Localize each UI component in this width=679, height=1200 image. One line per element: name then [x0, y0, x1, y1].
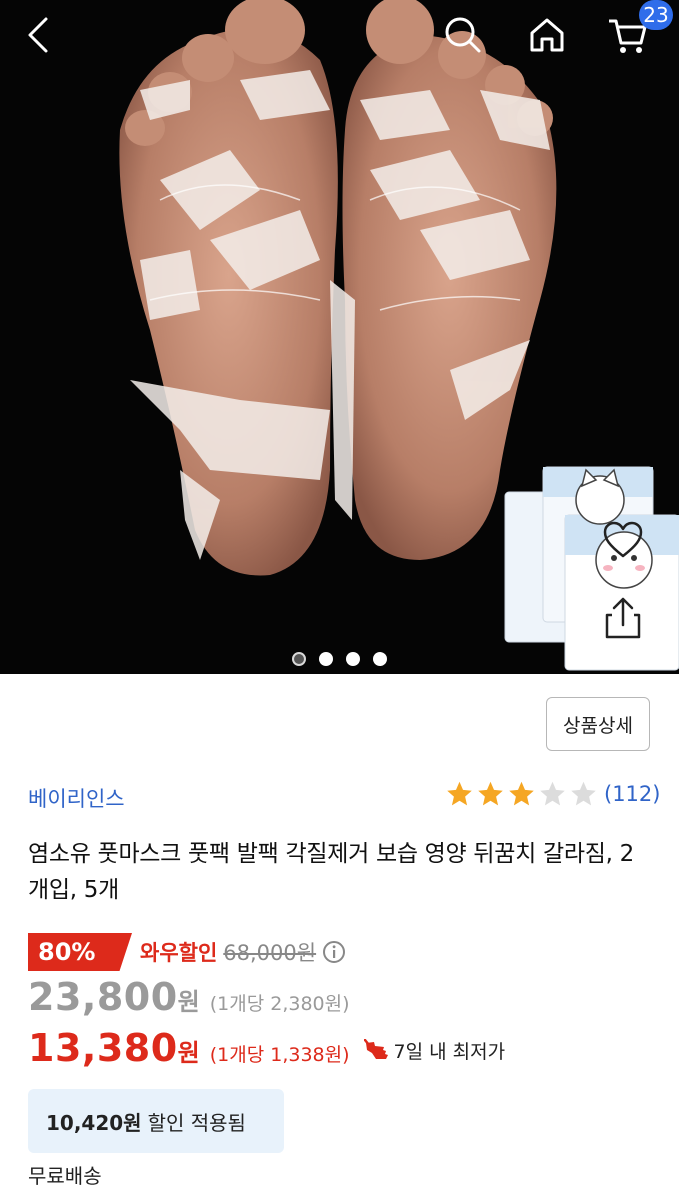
lowest-price-tag: 7일 내 최저가: [363, 1037, 506, 1064]
star-filled-icon: [447, 781, 472, 806]
wow-discount-label: 와우할인: [140, 941, 218, 965]
star-empty-icon: [540, 781, 565, 806]
foot-peel-photo: [119, 0, 679, 671]
pagination-dot-3[interactable]: [346, 652, 360, 666]
pagination-dot-4[interactable]: [373, 652, 387, 666]
share-icon: [605, 597, 641, 639]
regular-unit-price: (1개당 2,380원): [209, 993, 350, 1015]
search-icon: [445, 17, 481, 53]
sale-price: 13,380: [28, 1026, 178, 1070]
regular-price-currency: 원: [177, 988, 200, 1016]
cart-count-badge: 23: [639, 0, 673, 30]
product-title: 염소유 풋마스크 풋팩 발팩 각질제거 보습 영양 뒤꿈치 갈라짐, 2개입, …: [28, 841, 634, 903]
back-button[interactable]: [12, 8, 66, 62]
pagination-dot-1[interactable]: [292, 652, 306, 666]
back-arrow-icon: [28, 17, 48, 53]
star-filled-icon: [478, 781, 503, 806]
discount-percent-badge: 80%: [28, 933, 132, 971]
sale-price-row: 13,380 원 (1개당 1,338원) 7일 내 최저가: [28, 1026, 505, 1070]
pointing-hand-icon: [363, 1039, 388, 1059]
info-icon[interactable]: [322, 940, 346, 964]
discount-row: 80% 와우할인 68,000원: [28, 933, 346, 971]
home-icon: [530, 18, 564, 52]
regular-price: 23,800: [28, 975, 178, 1019]
regular-price-row: 23,800 원 (1개당 2,380원): [28, 975, 350, 1019]
applied-discount-box: 10,420원 할인 적용됨: [28, 1089, 284, 1153]
gallery-pagination: [0, 652, 679, 668]
applied-discount-amount: 10,420원: [46, 1110, 142, 1135]
applied-discount-label: 할인 적용됨: [147, 1110, 246, 1135]
wishlist-button[interactable]: [590, 507, 656, 573]
original-price: 68,000원: [223, 941, 317, 965]
shipping-info: 무료배송: [28, 1164, 102, 1188]
product-details-button[interactable]: 상품상세: [546, 697, 650, 751]
rating-summary[interactable]: (112): [445, 780, 660, 808]
brand-link[interactable]: 베이리인스: [28, 783, 125, 813]
product-image-gallery[interactable]: 23: [0, 0, 679, 674]
star-empty-icon: [571, 781, 596, 806]
pagination-dot-2[interactable]: [319, 652, 333, 666]
home-button[interactable]: [520, 8, 574, 62]
search-button[interactable]: [436, 8, 490, 62]
star-filled-icon: [509, 781, 534, 806]
review-count: (112): [604, 782, 661, 806]
lowest-price-label: 7일 내 최저가: [393, 1040, 506, 1063]
sale-price-currency: 원: [177, 1039, 200, 1067]
share-button[interactable]: [590, 585, 656, 651]
sale-unit-price: (1개당 1,338원): [209, 1044, 350, 1066]
heart-icon: [603, 521, 643, 558]
